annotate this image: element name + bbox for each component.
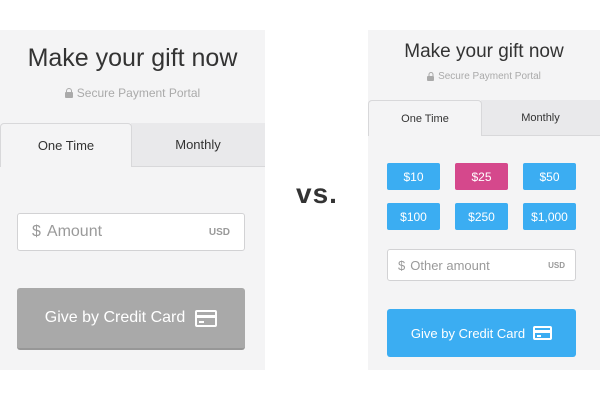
lock-icon <box>64 88 73 98</box>
subtitle-text: Secure Payment Portal <box>76 86 201 100</box>
tab-label: Monthly <box>175 137 221 152</box>
dollar-sign: $ <box>398 257 406 273</box>
button-label: Give by Credit Card <box>410 325 526 341</box>
form-title: Make your gift now <box>404 41 564 62</box>
subtitle-text: Secure Payment Portal <box>438 71 541 82</box>
give-by-credit-card-button[interactable]: Give by Credit Card <box>387 309 576 357</box>
donation-form-original: Make your gift now Secure Payment Portal… <box>0 30 265 370</box>
amount-input[interactable]: $ Amount USD <box>17 213 245 251</box>
donation-form-variant: Make your gift now Secure Payment Portal… <box>368 30 600 370</box>
currency-code: USD <box>208 226 230 238</box>
give-by-credit-card-button[interactable]: Give by Credit Card <box>17 288 245 350</box>
amount-option-100[interactable]: $100 <box>387 203 440 230</box>
amount-option-50[interactable]: $50 <box>523 163 576 190</box>
vs-label: vs. <box>296 178 338 209</box>
amount-option-25-selected[interactable]: $25 <box>455 163 508 190</box>
tab-label: Monthly <box>521 111 560 124</box>
secure-subtitle: Secure Payment Portal <box>0 86 265 100</box>
amount-placeholder: Amount <box>46 223 103 240</box>
amount-option-10[interactable]: $10 <box>387 163 440 190</box>
tab-one-time[interactable]: One Time <box>368 100 482 136</box>
tab-label: One Time <box>37 138 95 153</box>
secure-subtitle: Secure Payment Portal <box>368 71 600 82</box>
credit-card-icon <box>195 309 218 327</box>
other-amount-input[interactable]: $ Other amount USD <box>387 249 576 281</box>
dollar-sign: $ <box>32 223 41 240</box>
amount-option-250[interactable]: $250 <box>455 203 508 230</box>
lock-icon <box>427 72 435 81</box>
tab-monthly[interactable]: Monthly <box>481 100 600 136</box>
tab-one-time[interactable]: One Time <box>0 123 132 167</box>
tab-monthly[interactable]: Monthly <box>131 123 265 167</box>
amount-placeholder: Other amount <box>410 257 490 273</box>
amount-option-1000[interactable]: $1,000 <box>523 203 576 230</box>
form-title: Make your gift now <box>27 44 238 72</box>
button-label: Give by Credit Card <box>44 309 186 326</box>
credit-card-icon <box>533 326 553 340</box>
tab-label: One Time <box>401 112 449 125</box>
currency-code: USD <box>548 260 565 270</box>
